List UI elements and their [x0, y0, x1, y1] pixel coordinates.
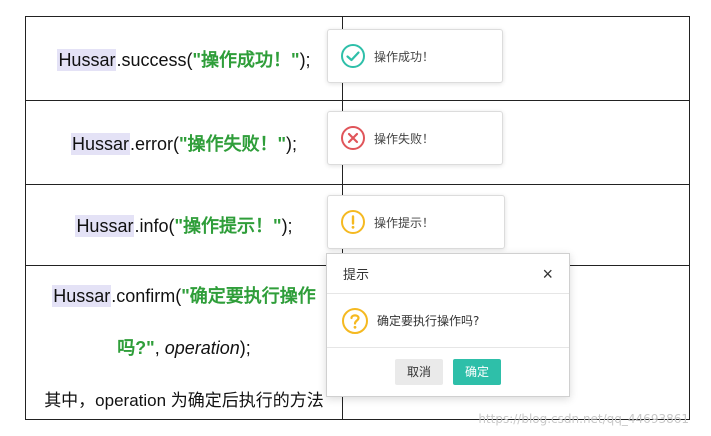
toast-error: 操作失败！ — [327, 111, 503, 165]
check-circle-icon — [341, 44, 365, 68]
code-line-1: Hussar.confirm("确定要执行操作 — [52, 282, 316, 308]
code-line: Hussar.info("操作提示！"); — [75, 212, 293, 238]
code-end: ); — [281, 216, 293, 236]
toast-message: 操作成功！ — [374, 49, 435, 64]
dialog-footer: 取消 确定 — [327, 348, 569, 396]
cancel-button[interactable]: 取消 — [394, 359, 443, 385]
code-end: ); — [286, 133, 298, 154]
toast-message: 操作失败！ — [374, 131, 435, 146]
code-end: ); — [299, 49, 311, 70]
code-method: .error( — [129, 133, 179, 154]
code-cell-confirm: Hussar.confirm("确定要执行操作 吗?", operation);… — [26, 266, 342, 419]
code-string: "操作失败！" — [178, 133, 287, 154]
watermark: https://blog.csdn.net/qq_44693861 — [478, 412, 689, 426]
code-method: .success( — [116, 49, 193, 70]
dialog-title: 提示 — [343, 268, 370, 283]
toast-success: 操作成功！ — [327, 29, 503, 83]
code-object: Hussar — [57, 48, 117, 71]
code-method: .info( — [134, 216, 175, 236]
code-end: ); — [239, 338, 251, 358]
dialog-message: 确定要执行操作吗? — [377, 314, 480, 328]
code-cell-info: Hussar.info("操作提示！"); — [26, 185, 342, 265]
ok-button[interactable]: 确定 — [453, 359, 502, 385]
close-icon[interactable]: × — [542, 265, 553, 283]
code-line-2: 吗?", operation); — [117, 334, 251, 360]
code-note: 其中，operation 为确定后执行的方法 — [44, 391, 324, 410]
question-circle-icon — [342, 307, 368, 334]
dialog-header: 提示 × — [327, 254, 569, 294]
code-string: "操作成功！" — [192, 49, 300, 70]
dialog-body: 确定要执行操作吗? — [327, 294, 569, 348]
code-method: .confirm( — [111, 286, 182, 306]
code-string: "操作提示！" — [174, 216, 282, 236]
toast-message: 操作提示！ — [374, 215, 435, 230]
code-object: Hussar — [70, 132, 130, 155]
code-line: Hussar.success("操作成功！"); — [57, 46, 311, 72]
code-string: "确定要执行操作 — [181, 286, 316, 306]
code-cell-success: Hussar.success("操作成功！"); — [26, 17, 342, 100]
code-line: Hussar.error("操作失败！"); — [70, 130, 298, 156]
code-cell-error: Hussar.error("操作失败！"); — [26, 101, 342, 184]
toast-info: 操作提示！ — [327, 195, 505, 249]
x-circle-icon — [341, 126, 365, 150]
code-string: 吗?" — [117, 338, 155, 358]
code-object: Hussar — [52, 285, 112, 307]
exclamation-circle-icon — [341, 210, 365, 234]
code-object: Hussar — [75, 215, 135, 237]
confirm-dialog: 提示 × 确定要执行操作吗? 取消 确定 — [326, 253, 570, 397]
code-separator: , — [154, 338, 165, 358]
code-param: operation — [164, 338, 240, 358]
